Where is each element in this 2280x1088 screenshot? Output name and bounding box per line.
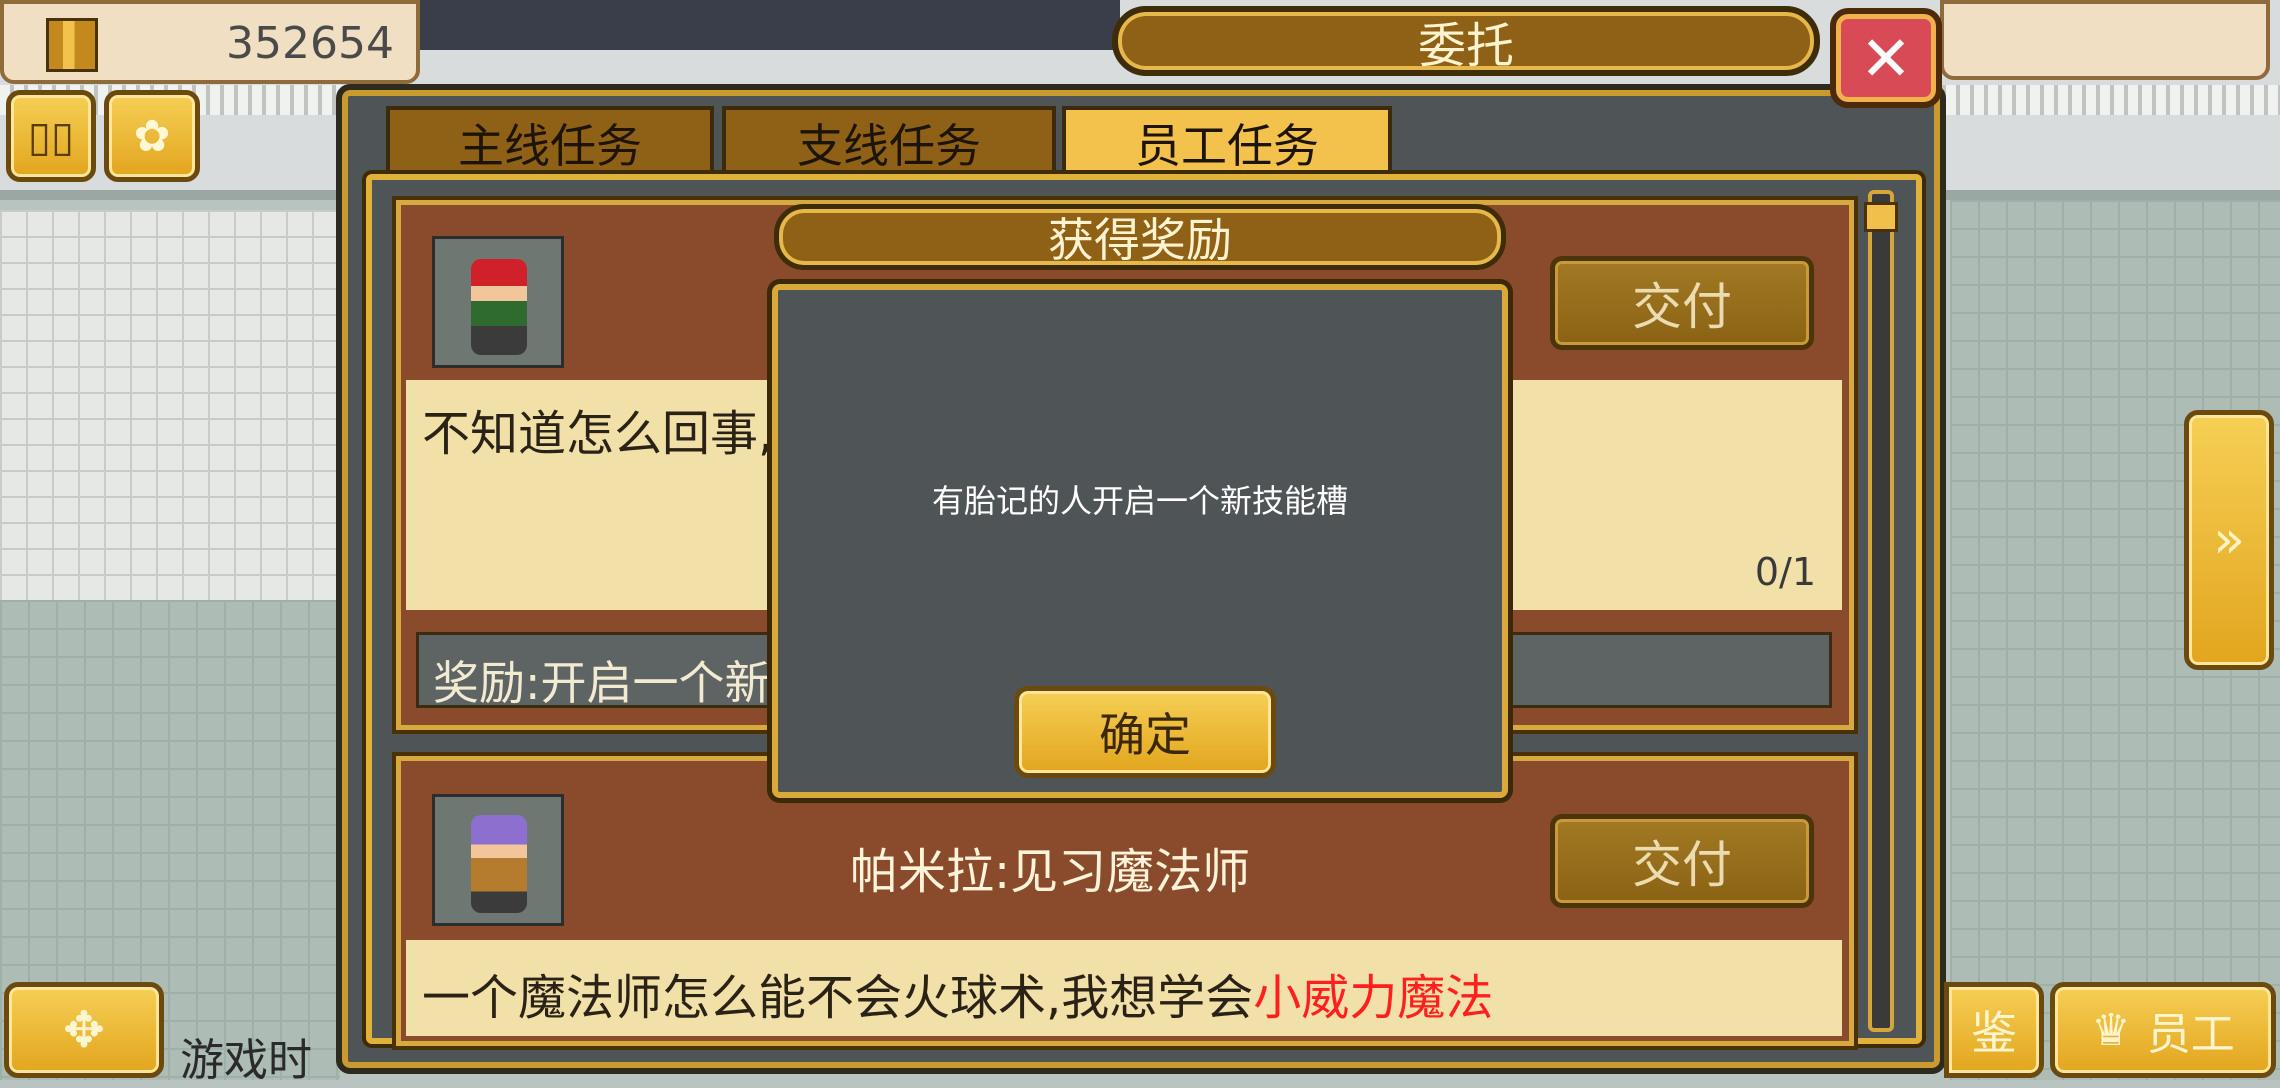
pause-icon: ▯▯ (27, 111, 75, 161)
confirm-button[interactable]: 确定 (1014, 686, 1276, 778)
deliver-label: 交付 (1632, 278, 1732, 336)
reward-popup: 有胎记的人开启一个新技能槽 确定 (772, 284, 1508, 798)
quest-progress: 0/1 (1754, 550, 1816, 594)
red-hair-character-icon (471, 259, 527, 355)
staff-label: 员工 (2146, 1009, 2235, 1060)
money-value: 352654 (226, 18, 394, 69)
window-title: 委托 (1417, 18, 1514, 74)
move-button[interactable]: ✥ (4, 982, 164, 1078)
quest-description: 不知道怎么回事, (422, 406, 774, 462)
pause-button[interactable]: ▯▯ (6, 90, 96, 182)
double-chevron-right-icon: » (2213, 510, 2245, 570)
deliver-button[interactable]: 交付 (1550, 814, 1814, 908)
quest-description-box: 一个魔法师怎么能不会火球术,我想学会小威力魔法 (406, 940, 1842, 1036)
scrollbar-track[interactable] (1868, 190, 1894, 1032)
quest-description: 一个魔法师怎么能不会火球术,我想学会 (422, 970, 1254, 1026)
move-arrows-icon: ✥ (63, 1001, 105, 1059)
game-time-label: 游戏时 (180, 1035, 312, 1086)
night-sky (420, 0, 1120, 50)
deliver-label: 交付 (1632, 836, 1732, 894)
partial-menu-button[interactable]: 鉴 (1944, 982, 2044, 1078)
staff-button[interactable]: ♛ 员工 (2050, 982, 2276, 1078)
scrollbar-thumb[interactable] (1864, 202, 1898, 232)
partial-menu-label: 鉴 (1971, 1006, 2017, 1060)
crown-icon: ♛ (2091, 1004, 2131, 1056)
top-right-bar (1940, 0, 2270, 80)
npc-portrait (432, 236, 564, 368)
close-icon: ✕ (1860, 21, 1912, 95)
confirm-label: 确定 (1099, 708, 1191, 762)
next-arrow-button[interactable]: » (2184, 410, 2274, 670)
money-bar: 352654 (0, 0, 420, 84)
gear-cluster-icon: ✿ (133, 110, 171, 162)
tab-staff-quests[interactable]: 员工任务 (1062, 106, 1392, 176)
building-icon (46, 18, 98, 72)
quest-title: 帕米拉:见习魔法师 (850, 844, 1251, 900)
window-title-banner: 委托 (1112, 6, 1820, 76)
popup-title-banner: 获得奖励 (774, 204, 1506, 270)
speed-button[interactable]: ✿ (104, 90, 200, 182)
quest-description-line: 一个魔法师怎么能不会火球术,我想学会小威力魔法 (422, 958, 1493, 1028)
purple-hair-character-icon (471, 815, 527, 913)
floor-tiles (0, 210, 340, 600)
quest-highlight: 小威力魔法 (1253, 970, 1494, 1026)
popup-message: 有胎记的人开启一个新技能槽 (931, 482, 1348, 520)
npc-portrait (432, 794, 564, 926)
tab-side-quests[interactable]: 支线任务 (722, 106, 1056, 176)
deliver-button[interactable]: 交付 (1550, 256, 1814, 350)
tab-main-quests[interactable]: 主线任务 (386, 106, 714, 176)
popup-title: 获得奖励 (1048, 213, 1232, 267)
reward-text: 奖励:开启一个新 (433, 656, 771, 710)
close-button[interactable]: ✕ (1830, 8, 1942, 108)
